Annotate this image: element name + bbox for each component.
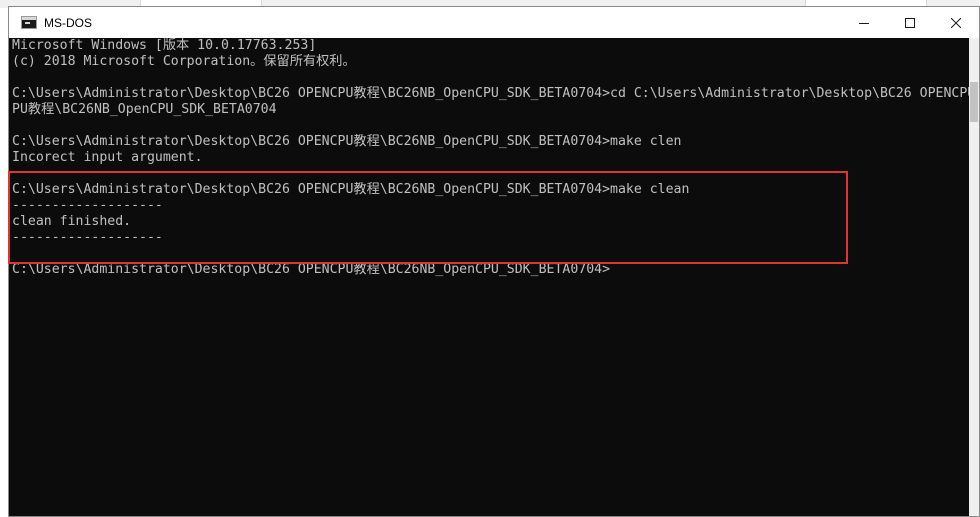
console-line: C:\Users\Administrator\Desktop\BC26 OPEN… — [12, 262, 611, 277]
console-line: ------------------- — [12, 230, 163, 245]
console-line: C:\Users\Administrator\Desktop\BC26 OPEN… — [12, 86, 971, 101]
console-line: Microsoft Windows [版本 10.0.17763.253] — [12, 38, 317, 53]
console-output[interactable]: Microsoft Windows [版本 10.0.17763.253] (c… — [9, 38, 971, 516]
console-line: C:\Users\Administrator\Desktop\BC26 OPEN… — [12, 182, 690, 197]
close-icon — [951, 17, 961, 28]
minimize-icon — [859, 22, 869, 24]
ms-dos-window: MS-DOS Microsoft Windows [版本 10.0.17763.… — [8, 6, 980, 517]
console-icon[interactable] — [21, 16, 37, 29]
title-bar[interactable]: MS-DOS — [9, 7, 979, 38]
scrollbar-thumb[interactable] — [970, 82, 978, 122]
maximize-button[interactable] — [887, 7, 933, 38]
console-line: C:\Users\Administrator\Desktop\BC26 OPEN… — [12, 134, 682, 149]
close-button[interactable] — [933, 7, 979, 38]
maximize-icon — [905, 17, 915, 28]
console-line: (c) 2018 Microsoft Corporation。保留所有权利。 — [12, 54, 356, 69]
window-title: MS-DOS — [44, 15, 92, 30]
console-line: PU教程\BC26NB_OpenCPU_SDK_BETA0704 — [12, 102, 277, 117]
window-controls — [841, 7, 979, 38]
minimize-button[interactable] — [841, 7, 887, 38]
console-line: clean finished. — [12, 214, 132, 229]
vertical-scrollbar[interactable] — [969, 38, 979, 516]
console-line: Incorect input argument. — [12, 150, 203, 165]
console-line: ------------------- — [12, 198, 163, 213]
